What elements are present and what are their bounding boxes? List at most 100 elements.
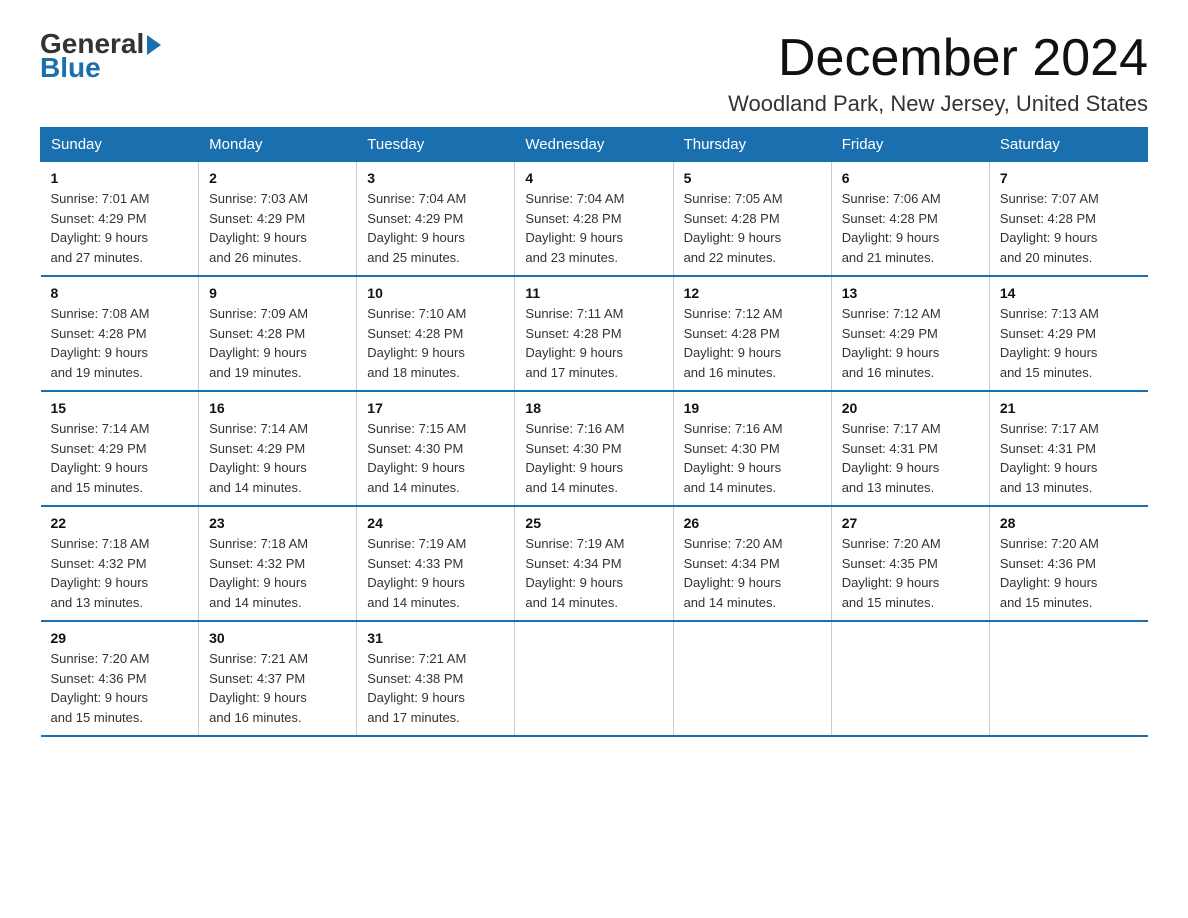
- table-row: 16 Sunrise: 7:14 AM Sunset: 4:29 PM Dayl…: [199, 391, 357, 506]
- day-number: 24: [367, 515, 504, 531]
- table-row: 1 Sunrise: 7:01 AM Sunset: 4:29 PM Dayli…: [41, 162, 199, 277]
- day-number: 4: [525, 170, 662, 186]
- table-row: 18 Sunrise: 7:16 AM Sunset: 4:30 PM Dayl…: [515, 391, 673, 506]
- page-header: General Blue December 2024 Woodland Park…: [40, 30, 1148, 117]
- day-info: Sunrise: 7:01 AM Sunset: 4:29 PM Dayligh…: [51, 189, 189, 267]
- col-friday: Friday: [831, 128, 989, 162]
- day-number: 21: [1000, 400, 1138, 416]
- day-number: 28: [1000, 515, 1138, 531]
- day-info: Sunrise: 7:15 AM Sunset: 4:30 PM Dayligh…: [367, 419, 504, 497]
- table-row: 13 Sunrise: 7:12 AM Sunset: 4:29 PM Dayl…: [831, 276, 989, 391]
- table-row: 14 Sunrise: 7:13 AM Sunset: 4:29 PM Dayl…: [989, 276, 1147, 391]
- day-number: 9: [209, 285, 346, 301]
- day-number: 10: [367, 285, 504, 301]
- day-number: 31: [367, 630, 504, 646]
- day-info: Sunrise: 7:04 AM Sunset: 4:29 PM Dayligh…: [367, 189, 504, 267]
- day-number: 8: [51, 285, 189, 301]
- table-row: 21 Sunrise: 7:17 AM Sunset: 4:31 PM Dayl…: [989, 391, 1147, 506]
- day-info: Sunrise: 7:17 AM Sunset: 4:31 PM Dayligh…: [842, 419, 979, 497]
- day-number: 25: [525, 515, 662, 531]
- day-number: 15: [51, 400, 189, 416]
- table-row: 31 Sunrise: 7:21 AM Sunset: 4:38 PM Dayl…: [357, 621, 515, 736]
- table-row: 24 Sunrise: 7:19 AM Sunset: 4:33 PM Dayl…: [357, 506, 515, 621]
- table-row: 10 Sunrise: 7:10 AM Sunset: 4:28 PM Dayl…: [357, 276, 515, 391]
- day-number: 13: [842, 285, 979, 301]
- table-row: [673, 621, 831, 736]
- table-row: [831, 621, 989, 736]
- day-number: 12: [684, 285, 821, 301]
- week-row-1: 1 Sunrise: 7:01 AM Sunset: 4:29 PM Dayli…: [41, 162, 1148, 277]
- day-number: 5: [684, 170, 821, 186]
- table-row: 11 Sunrise: 7:11 AM Sunset: 4:28 PM Dayl…: [515, 276, 673, 391]
- day-number: 6: [842, 170, 979, 186]
- day-info: Sunrise: 7:03 AM Sunset: 4:29 PM Dayligh…: [209, 189, 346, 267]
- day-number: 19: [684, 400, 821, 416]
- day-number: 27: [842, 515, 979, 531]
- col-thursday: Thursday: [673, 128, 831, 162]
- calendar-header-row: Sunday Monday Tuesday Wednesday Thursday…: [41, 128, 1148, 162]
- day-number: 16: [209, 400, 346, 416]
- table-row: 30 Sunrise: 7:21 AM Sunset: 4:37 PM Dayl…: [199, 621, 357, 736]
- day-number: 18: [525, 400, 662, 416]
- table-row: 5 Sunrise: 7:05 AM Sunset: 4:28 PM Dayli…: [673, 162, 831, 277]
- table-row: [515, 621, 673, 736]
- day-info: Sunrise: 7:20 AM Sunset: 4:35 PM Dayligh…: [842, 534, 979, 612]
- day-number: 26: [684, 515, 821, 531]
- day-info: Sunrise: 7:18 AM Sunset: 4:32 PM Dayligh…: [51, 534, 189, 612]
- day-number: 17: [367, 400, 504, 416]
- table-row: 29 Sunrise: 7:20 AM Sunset: 4:36 PM Dayl…: [41, 621, 199, 736]
- day-number: 20: [842, 400, 979, 416]
- table-row: 28 Sunrise: 7:20 AM Sunset: 4:36 PM Dayl…: [989, 506, 1147, 621]
- week-row-2: 8 Sunrise: 7:08 AM Sunset: 4:28 PM Dayli…: [41, 276, 1148, 391]
- day-info: Sunrise: 7:20 AM Sunset: 4:36 PM Dayligh…: [51, 649, 189, 727]
- day-info: Sunrise: 7:08 AM Sunset: 4:28 PM Dayligh…: [51, 304, 189, 382]
- table-row: 8 Sunrise: 7:08 AM Sunset: 4:28 PM Dayli…: [41, 276, 199, 391]
- logo: General Blue: [40, 30, 161, 82]
- day-number: 30: [209, 630, 346, 646]
- day-info: Sunrise: 7:07 AM Sunset: 4:28 PM Dayligh…: [1000, 189, 1138, 267]
- table-row: 12 Sunrise: 7:12 AM Sunset: 4:28 PM Dayl…: [673, 276, 831, 391]
- table-row: 27 Sunrise: 7:20 AM Sunset: 4:35 PM Dayl…: [831, 506, 989, 621]
- table-row: 9 Sunrise: 7:09 AM Sunset: 4:28 PM Dayli…: [199, 276, 357, 391]
- table-row: [989, 621, 1147, 736]
- day-number: 7: [1000, 170, 1138, 186]
- day-info: Sunrise: 7:12 AM Sunset: 4:28 PM Dayligh…: [684, 304, 821, 382]
- day-info: Sunrise: 7:20 AM Sunset: 4:36 PM Dayligh…: [1000, 534, 1138, 612]
- table-row: 22 Sunrise: 7:18 AM Sunset: 4:32 PM Dayl…: [41, 506, 199, 621]
- col-tuesday: Tuesday: [357, 128, 515, 162]
- day-info: Sunrise: 7:19 AM Sunset: 4:34 PM Dayligh…: [525, 534, 662, 612]
- table-row: 2 Sunrise: 7:03 AM Sunset: 4:29 PM Dayli…: [199, 162, 357, 277]
- calendar-subtitle: Woodland Park, New Jersey, United States: [728, 91, 1148, 117]
- day-info: Sunrise: 7:21 AM Sunset: 4:38 PM Dayligh…: [367, 649, 504, 727]
- table-row: 15 Sunrise: 7:14 AM Sunset: 4:29 PM Dayl…: [41, 391, 199, 506]
- table-row: 20 Sunrise: 7:17 AM Sunset: 4:31 PM Dayl…: [831, 391, 989, 506]
- col-saturday: Saturday: [989, 128, 1147, 162]
- week-row-3: 15 Sunrise: 7:14 AM Sunset: 4:29 PM Dayl…: [41, 391, 1148, 506]
- day-number: 11: [525, 285, 662, 301]
- col-monday: Monday: [199, 128, 357, 162]
- week-row-4: 22 Sunrise: 7:18 AM Sunset: 4:32 PM Dayl…: [41, 506, 1148, 621]
- day-info: Sunrise: 7:09 AM Sunset: 4:28 PM Dayligh…: [209, 304, 346, 382]
- logo-blue: Blue: [40, 54, 161, 82]
- table-row: 26 Sunrise: 7:20 AM Sunset: 4:34 PM Dayl…: [673, 506, 831, 621]
- day-info: Sunrise: 7:16 AM Sunset: 4:30 PM Dayligh…: [684, 419, 821, 497]
- table-row: 4 Sunrise: 7:04 AM Sunset: 4:28 PM Dayli…: [515, 162, 673, 277]
- day-info: Sunrise: 7:17 AM Sunset: 4:31 PM Dayligh…: [1000, 419, 1138, 497]
- day-info: Sunrise: 7:19 AM Sunset: 4:33 PM Dayligh…: [367, 534, 504, 612]
- table-row: 6 Sunrise: 7:06 AM Sunset: 4:28 PM Dayli…: [831, 162, 989, 277]
- day-info: Sunrise: 7:11 AM Sunset: 4:28 PM Dayligh…: [525, 304, 662, 382]
- calendar-title: December 2024: [728, 30, 1148, 87]
- day-info: Sunrise: 7:14 AM Sunset: 4:29 PM Dayligh…: [209, 419, 346, 497]
- table-row: 23 Sunrise: 7:18 AM Sunset: 4:32 PM Dayl…: [199, 506, 357, 621]
- title-block: December 2024 Woodland Park, New Jersey,…: [728, 30, 1148, 117]
- logo-arrow-icon: [147, 35, 161, 55]
- day-number: 29: [51, 630, 189, 646]
- day-info: Sunrise: 7:06 AM Sunset: 4:28 PM Dayligh…: [842, 189, 979, 267]
- day-info: Sunrise: 7:14 AM Sunset: 4:29 PM Dayligh…: [51, 419, 189, 497]
- day-number: 1: [51, 170, 189, 186]
- day-info: Sunrise: 7:21 AM Sunset: 4:37 PM Dayligh…: [209, 649, 346, 727]
- col-wednesday: Wednesday: [515, 128, 673, 162]
- day-number: 3: [367, 170, 504, 186]
- table-row: 3 Sunrise: 7:04 AM Sunset: 4:29 PM Dayli…: [357, 162, 515, 277]
- day-info: Sunrise: 7:04 AM Sunset: 4:28 PM Dayligh…: [525, 189, 662, 267]
